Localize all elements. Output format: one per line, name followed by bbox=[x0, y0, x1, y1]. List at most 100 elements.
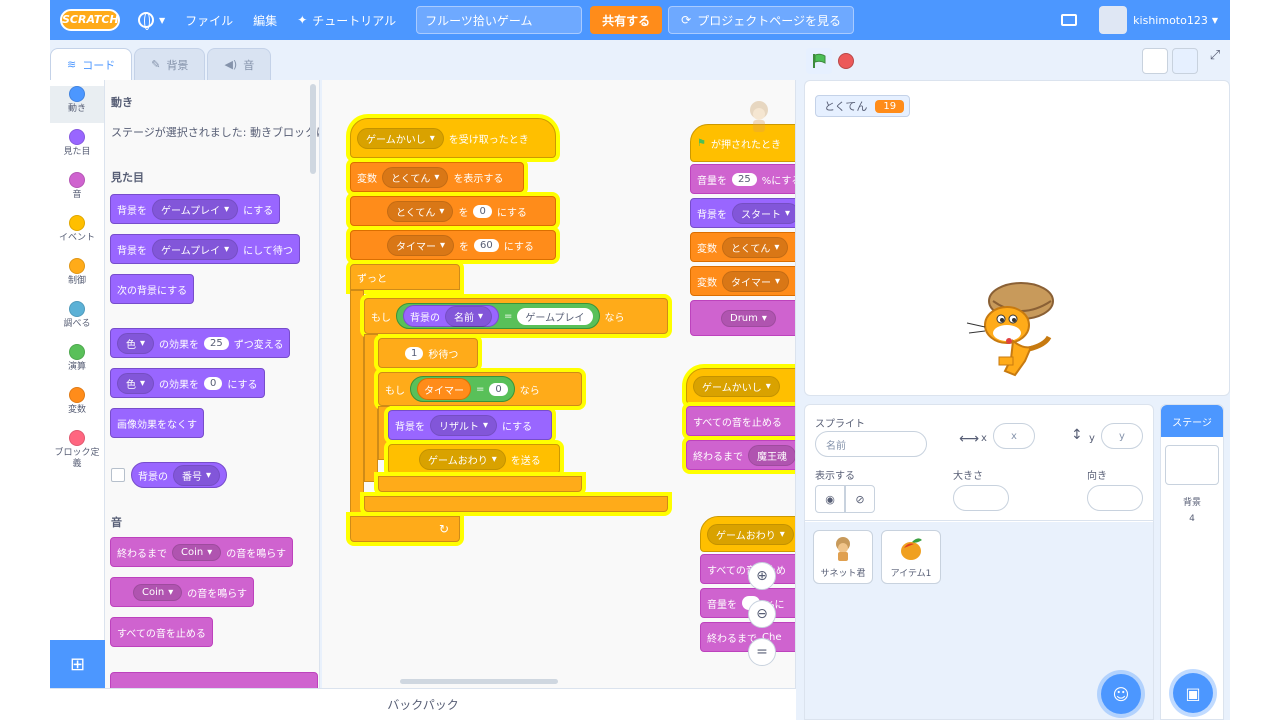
block-set-effect[interactable]: 色 ▾ の効果を 0 にする bbox=[110, 368, 265, 398]
block-start-sound[interactable]: Coin ▾ の音を鳴らす bbox=[110, 577, 255, 607]
language-menu[interactable]: ▼ bbox=[128, 0, 175, 40]
script-game-end[interactable]: ゲームおわり ▾ すべての音を止め 音量を %に 終わるまで Che bbox=[700, 516, 795, 656]
tab-sounds[interactable]: ◀) 音 bbox=[207, 48, 272, 80]
hat-when-i-receive[interactable]: ゲームかいし ▾ を受け取ったとき bbox=[350, 118, 556, 158]
stage-selector[interactable]: ステージ 背景 4 ▣ bbox=[1160, 404, 1224, 720]
x-input[interactable]: x bbox=[993, 423, 1035, 449]
block-stop-all-sounds[interactable]: すべての音を止める bbox=[110, 617, 213, 647]
block-set-variable[interactable]: 変数 とくてん ▾ bbox=[690, 232, 795, 262]
show-button[interactable]: ◉ bbox=[815, 485, 845, 513]
variable-dropdown[interactable]: とくてん ▾ bbox=[382, 166, 449, 188]
category-variables[interactable]: 変数 bbox=[50, 387, 104, 424]
y-input[interactable]: y bbox=[1101, 423, 1143, 449]
block-broadcast[interactable]: ゲームおわり ▾ を送る bbox=[388, 444, 560, 474]
number-input[interactable]: 60 bbox=[474, 238, 499, 252]
block-switch-backdrop-start[interactable]: 背景を スタート ▾ bbox=[690, 198, 795, 228]
block-set-variable-timer[interactable]: タイマー ▾ を 60 にする bbox=[350, 230, 556, 260]
block-switch-backdrop-and-wait[interactable]: 背景を ゲームプレイ ▾ にして待つ bbox=[110, 234, 300, 264]
account-caret-icon[interactable]: ▼ bbox=[1212, 16, 1218, 25]
file-menu[interactable]: ファイル bbox=[175, 0, 243, 40]
block-clear-effects[interactable]: 画像効果をなくす bbox=[110, 408, 204, 438]
block-stop-all-sounds[interactable]: すべての音を止める bbox=[686, 406, 795, 436]
variable-dropdown[interactable]: タイマー ▾ bbox=[722, 270, 790, 292]
backdrop-dropdown[interactable]: リザルト ▾ bbox=[430, 414, 498, 436]
category-looks[interactable]: 見た目 bbox=[50, 129, 104, 166]
size-input[interactable] bbox=[953, 485, 1009, 511]
block-show-variable[interactable]: 変数 とくてん ▾ を表示する bbox=[350, 162, 524, 192]
block-wait[interactable]: 1 秒待つ bbox=[378, 338, 478, 368]
hat-when-i-receive[interactable]: ゲームおわり ▾ bbox=[700, 516, 795, 552]
avatar[interactable] bbox=[1099, 6, 1128, 34]
hat-when-i-receive[interactable]: ゲームかいし ▾ bbox=[686, 368, 795, 404]
block-play-sound-until-done[interactable]: 終わるまで 魔王魂 bbox=[686, 440, 795, 470]
large-stage-button[interactable] bbox=[1172, 48, 1198, 74]
sound-dropdown[interactable]: Coin ▾ bbox=[172, 543, 222, 561]
scratch-logo[interactable]: SCRATCH bbox=[60, 9, 120, 31]
sound-dropdown[interactable]: Coin ▾ bbox=[133, 583, 183, 601]
block-set-volume[interactable]: 音量を 25 %にする bbox=[690, 164, 795, 194]
add-extension-button[interactable]: ⊞ bbox=[50, 640, 105, 688]
equals-operator[interactable]: タイマー = 0 bbox=[410, 376, 515, 402]
message-dropdown[interactable]: ゲームおわり ▾ bbox=[419, 448, 506, 470]
variable-monitor[interactable]: とくてん 19 bbox=[815, 95, 911, 117]
palette-scrollbar[interactable] bbox=[310, 84, 316, 174]
message-dropdown[interactable]: ゲームかいし ▾ bbox=[693, 375, 780, 397]
fullscreen-button[interactable]: ⤢ bbox=[1202, 48, 1228, 74]
block-change-effect[interactable]: 色 ▾ の効果を 25 ずつ変える bbox=[110, 328, 291, 358]
category-sound[interactable]: 音 bbox=[50, 172, 104, 209]
script-area[interactable]: ゲームかいし ▾ を受け取ったとき 変数 とくてん ▾ を表示する とくてん ▾ を … bbox=[322, 80, 796, 688]
block-set-variable[interactable]: 変数 タイマー ▾ bbox=[690, 266, 795, 296]
choose-sprite-button[interactable]: ☺ bbox=[1101, 674, 1141, 714]
sound-dropdown[interactable]: Drum ▾ bbox=[721, 309, 776, 327]
category-my-blocks[interactable]: ブロック定義 bbox=[50, 430, 104, 474]
variable-dropdown[interactable]: とくてん ▾ bbox=[387, 200, 454, 222]
block-play-sound[interactable]: Drum ▾ bbox=[690, 300, 795, 336]
sprite-name-input[interactable]: 名前 bbox=[815, 431, 927, 457]
username[interactable]: kishimoto123 bbox=[1133, 14, 1208, 27]
script-game-start[interactable]: ゲームかいし ▾ を受け取ったとき 変数 とくてん ▾ を表示する とくてん ▾ を … bbox=[350, 118, 680, 546]
message-dropdown[interactable]: ゲームかいし ▾ bbox=[357, 127, 444, 149]
category-control[interactable]: 制御 bbox=[50, 258, 104, 295]
script-green-flag[interactable]: ⚑ が押されたとき 音量を 25 %にする 背景を スタート▾ 変数 とくてん▾… bbox=[690, 124, 795, 344]
equals-operator[interactable]: 背景の 名前 ▾ = ゲームプレイ bbox=[396, 303, 600, 329]
zoom-out-button[interactable]: ⊖ bbox=[748, 600, 776, 628]
see-project-page-button[interactable]: ⟳ プロジェクトページを見る bbox=[668, 6, 854, 34]
reporter-backdrop-number[interactable]: 背景の 番号 ▾ bbox=[131, 462, 228, 488]
number-input[interactable]: 25 bbox=[204, 336, 229, 350]
my-stuff-folder-icon[interactable] bbox=[1061, 14, 1078, 26]
project-title-input[interactable]: フルーツ拾いゲーム bbox=[416, 6, 583, 34]
effect-dropdown[interactable]: 色 ▾ bbox=[117, 372, 155, 394]
block-play-sound-until-done[interactable]: 終わるまで Coin ▾ の音を鳴らす bbox=[110, 537, 294, 567]
zoom-in-button[interactable]: ⊕ bbox=[748, 562, 776, 590]
number-input[interactable]: 0 bbox=[473, 204, 492, 218]
direction-input[interactable] bbox=[1087, 485, 1143, 511]
number-input[interactable]: 0 bbox=[204, 376, 223, 390]
green-flag-button[interactable] bbox=[806, 48, 832, 74]
block-set-variable-score[interactable]: とくてん ▾ を 0 にする bbox=[350, 196, 556, 226]
number-input[interactable]: 1 bbox=[405, 346, 424, 360]
text-input[interactable]: ゲームプレイ bbox=[517, 307, 593, 325]
reporter-checkbox[interactable] bbox=[111, 468, 125, 482]
variable-dropdown[interactable]: とくてん ▾ bbox=[722, 236, 789, 258]
backdrop-property-dropdown[interactable]: 番号 ▾ bbox=[173, 464, 221, 486]
effect-dropdown[interactable]: 色 ▾ bbox=[117, 332, 155, 354]
stage-thumbnail[interactable] bbox=[1165, 445, 1219, 485]
tab-code[interactable]: ≋ コード bbox=[50, 48, 133, 80]
category-motion[interactable]: 動き bbox=[50, 86, 104, 123]
block-switch-backdrop-result[interactable]: 背景を リザルト ▾ にする bbox=[388, 410, 552, 440]
zoom-reset-button[interactable]: = bbox=[748, 638, 776, 666]
cat-with-basket-sprite[interactable] bbox=[965, 279, 1057, 379]
tab-backdrops[interactable]: ✎ 背景 bbox=[134, 48, 206, 80]
block-if-backdrop[interactable]: もし 背景の 名前 ▾ = ゲームプレイ なら bbox=[364, 298, 668, 334]
block-switch-backdrop[interactable]: 背景を ゲームプレイ ▾ にする bbox=[110, 194, 281, 224]
edit-menu[interactable]: 編集 bbox=[243, 0, 287, 40]
hide-button[interactable]: ⊘ bbox=[845, 485, 875, 513]
script-game-start-sound[interactable]: ゲームかいし ▾ すべての音を止める 終わるまで 魔王魂 bbox=[686, 362, 795, 478]
small-stage-button[interactable] bbox=[1142, 48, 1168, 74]
variable-dropdown[interactable]: タイマー ▾ bbox=[387, 234, 455, 256]
backdrop-dropdown[interactable]: ゲームプレイ ▾ bbox=[152, 198, 239, 220]
block-partial[interactable] bbox=[110, 672, 318, 688]
backdrop-dropdown[interactable]: スタート ▾ bbox=[732, 202, 795, 224]
sprite-tile[interactable]: アイテム1 bbox=[881, 530, 941, 584]
script-area-scrollbar[interactable] bbox=[400, 679, 558, 684]
